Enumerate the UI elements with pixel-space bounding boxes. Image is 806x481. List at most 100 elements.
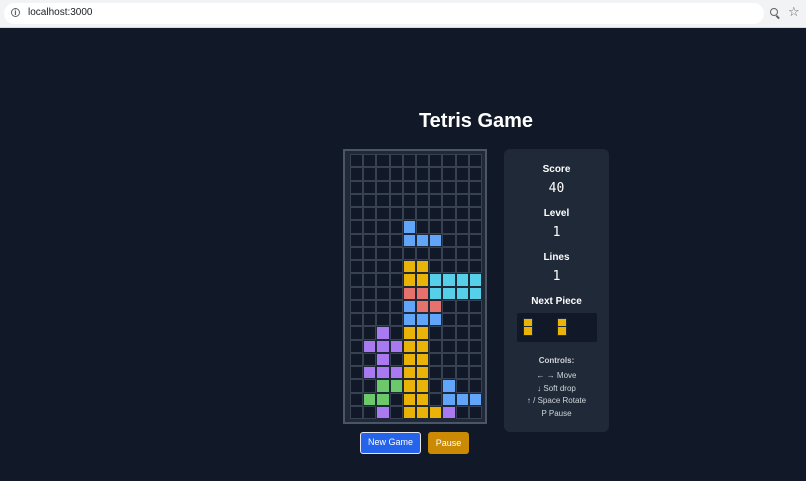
empty-cell (468, 246, 482, 260)
empty-cell (442, 366, 456, 380)
empty-cell (389, 405, 403, 419)
control-move: ← → Move (536, 371, 577, 380)
empty-cell (429, 339, 443, 353)
empty-cell (468, 366, 482, 380)
empty-cell (350, 352, 364, 366)
block-cell (363, 366, 377, 380)
empty-cell (455, 193, 469, 207)
empty-cell (429, 154, 443, 168)
block-cell (429, 233, 443, 247)
address-bar[interactable]: i localhost:3000 (4, 3, 764, 24)
empty-cell (442, 154, 456, 168)
empty-cell (415, 207, 430, 221)
lines-label: Lines (543, 252, 570, 263)
block-cell (455, 392, 469, 406)
empty-cell (350, 167, 364, 181)
empty-cell (429, 379, 443, 393)
empty-cell (442, 220, 456, 234)
empty-cell (363, 154, 377, 168)
block-cell (429, 299, 443, 313)
empty-cell (442, 326, 456, 340)
empty-cell (376, 220, 390, 234)
empty-cell (468, 379, 482, 393)
empty-cell (350, 405, 364, 419)
control-rotate: ↑ / Space Rotate (526, 396, 587, 405)
block-cell (415, 392, 430, 406)
empty-cell (389, 167, 403, 181)
empty-cell (415, 193, 430, 207)
empty-cell (350, 246, 364, 260)
empty-cell (363, 313, 377, 327)
empty-cell (455, 366, 469, 380)
browser-toolbar: i localhost:3000 ☆ (0, 0, 806, 28)
new-game-button[interactable]: New Game (360, 432, 421, 454)
block-cell (415, 379, 430, 393)
info-icon[interactable]: i (11, 8, 20, 17)
empty-cell (429, 193, 443, 207)
block-cell (389, 366, 403, 380)
empty-cell (376, 193, 390, 207)
empty-cell (442, 352, 456, 366)
empty-cell (389, 233, 403, 247)
block-cell (376, 352, 390, 366)
block-cell (402, 286, 416, 300)
empty-cell (389, 352, 403, 366)
empty-cell (429, 352, 443, 366)
block-cell (415, 299, 430, 313)
empty-cell (376, 233, 390, 247)
empty-cell (455, 326, 469, 340)
block-cell (455, 273, 469, 287)
empty-cell (363, 260, 377, 274)
level-value: 1 (552, 225, 561, 240)
stats-panel: Score 40 Level 1 Lines 1 Next Piece Cont… (504, 149, 609, 432)
block-cell (376, 392, 390, 406)
page-title: Tetris Game (418, 110, 534, 132)
empty-cell (350, 366, 364, 380)
empty-cell (455, 299, 469, 313)
empty-cell (455, 352, 469, 366)
empty-cell (350, 286, 364, 300)
empty-cell (442, 207, 456, 221)
empty-cell (350, 392, 364, 406)
empty-cell (389, 286, 403, 300)
empty-cell (468, 167, 482, 181)
empty-cell (429, 326, 443, 340)
empty-cell (442, 313, 456, 327)
empty-cell (389, 273, 403, 287)
empty-cell (468, 260, 482, 274)
block-cell (468, 392, 482, 406)
empty-cell (455, 167, 469, 181)
empty-cell (363, 273, 377, 287)
empty-cell (442, 246, 456, 260)
empty-cell (363, 379, 377, 393)
control-pause: P Pause (541, 409, 572, 418)
empty-cell (389, 392, 403, 406)
empty-cell (402, 180, 416, 194)
empty-cell (402, 207, 416, 221)
empty-cell (429, 260, 443, 274)
empty-cell (468, 154, 482, 168)
zoom-icon[interactable] (770, 8, 778, 16)
empty-cell (442, 339, 456, 353)
block-cell (455, 286, 469, 300)
empty-cell (389, 326, 403, 340)
empty-cell (350, 273, 364, 287)
empty-cell (415, 220, 430, 234)
block-cell (402, 233, 416, 247)
empty-cell (363, 233, 377, 247)
empty-cell (402, 193, 416, 207)
empty-cell (468, 405, 482, 419)
empty-cell (429, 392, 443, 406)
empty-cell (350, 326, 364, 340)
star-icon[interactable]: ☆ (788, 5, 800, 21)
empty-cell (455, 405, 469, 419)
empty-cell (350, 193, 364, 207)
empty-cell (363, 326, 377, 340)
empty-cell (389, 154, 403, 168)
score-label: Score (542, 164, 571, 175)
empty-cell (415, 154, 430, 168)
empty-cell (468, 339, 482, 353)
pause-button[interactable]: Pause (428, 432, 469, 454)
empty-cell (429, 220, 443, 234)
block-cell (468, 273, 482, 287)
